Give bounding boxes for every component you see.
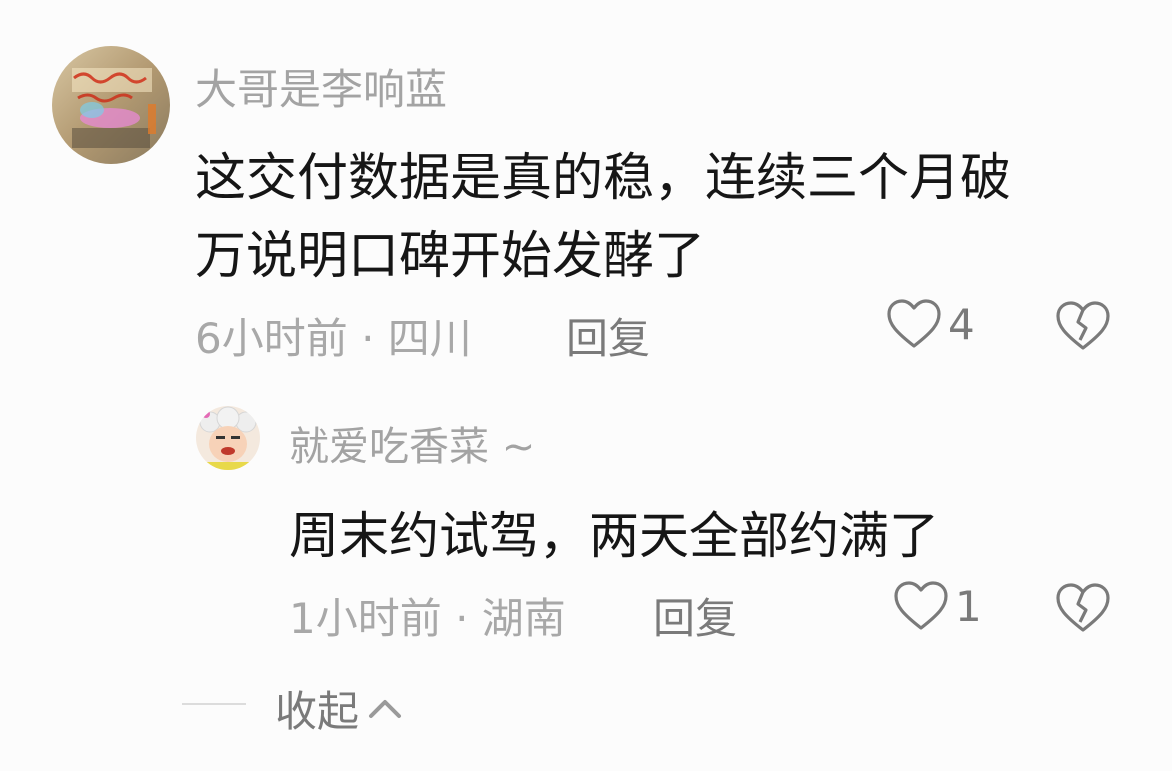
comment-author[interactable]: 大哥是李响蓝 <box>195 56 447 117</box>
avatar-image <box>52 46 170 164</box>
heart-outline-icon <box>887 299 941 348</box>
comment-text-line2: 万说明口碑开始发酵了 <box>195 227 706 286</box>
reply-button[interactable]: 回复 <box>566 305 650 366</box>
chevron-up-icon <box>369 699 402 718</box>
collapse-divider <box>182 703 246 705</box>
like-count: 4 <box>948 299 975 349</box>
reply-meta: 1小时前 · 湖南 <box>289 594 566 643</box>
collapse-label: 收起 <box>275 687 360 736</box>
broken-heart-icon <box>1056 583 1110 632</box>
like-button[interactable]: 4 <box>886 298 975 350</box>
avatar-image <box>196 406 260 470</box>
reply-text: 周末约试驾，两天全部约满了 <box>289 507 939 565</box>
like-count: 1 <box>955 581 982 631</box>
like-button[interactable]: 1 <box>893 580 982 632</box>
comment-meta: 6小时前 · 四川 <box>195 314 472 363</box>
heart-outline-icon <box>894 581 948 630</box>
comment-text: 这交付数据是真的稳，连续三个月破 <box>195 149 1012 208</box>
collapse-button[interactable]: 收起 <box>275 678 405 739</box>
dislike-button[interactable] <box>1055 300 1111 356</box>
avatar[interactable] <box>52 46 170 164</box>
dislike-button[interactable] <box>1055 582 1111 638</box>
reply-author[interactable]: 就爱吃香菜 ~ <box>289 414 535 472</box>
reply-button[interactable]: 回复 <box>653 585 737 646</box>
reply-avatar[interactable] <box>196 406 260 470</box>
broken-heart-icon <box>1056 301 1110 350</box>
